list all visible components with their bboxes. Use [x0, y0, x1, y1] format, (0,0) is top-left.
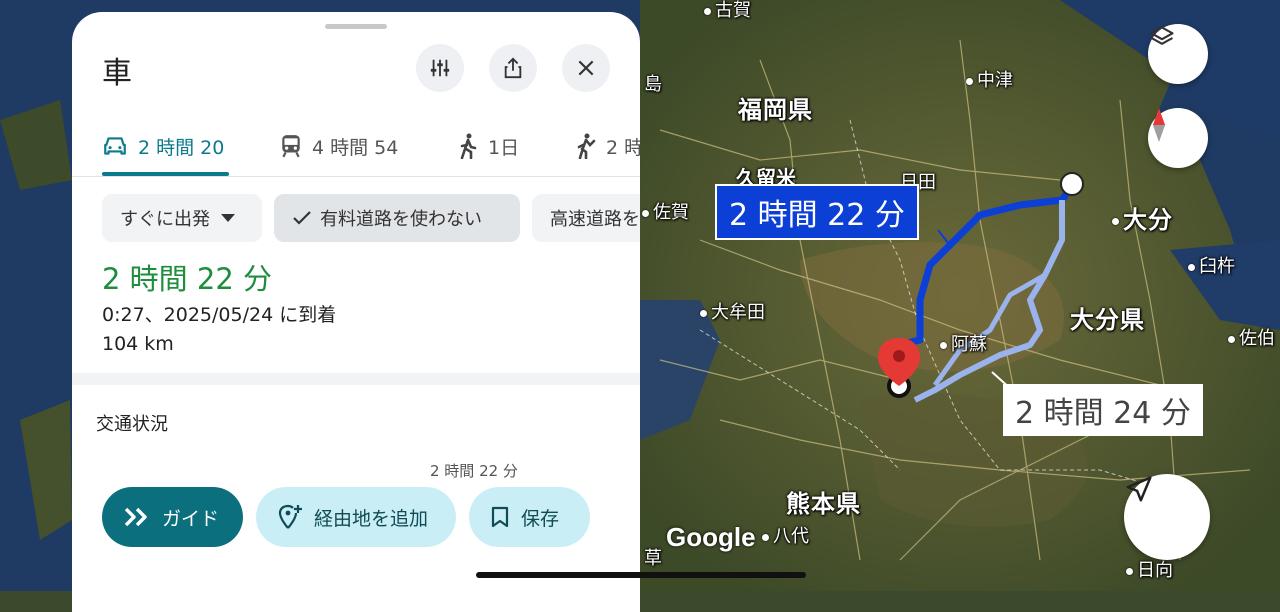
- tab-drive[interactable]: 2 時間 20: [102, 126, 224, 166]
- place-saga: 佐賀: [642, 198, 689, 224]
- route-main-label[interactable]: 2 時間 22 分: [715, 184, 919, 240]
- add-stop-label: 経由地を追加: [314, 507, 429, 530]
- tab-ride-label: 2 時: [606, 136, 640, 159]
- add-location-icon: [278, 504, 302, 529]
- sheet-title: 車: [102, 56, 132, 91]
- guide-button[interactable]: ガイド: [102, 487, 243, 547]
- origin-marker: [1060, 172, 1084, 196]
- place-shima: 島: [644, 74, 662, 95]
- ride-icon: [577, 133, 596, 159]
- place-oita-pref: 大分県: [1070, 306, 1145, 334]
- arrival-time: 0:27、2025/05/24 に到着: [102, 304, 337, 326]
- chevron-down-icon: [221, 214, 235, 222]
- tab-ride[interactable]: 2 時: [574, 126, 640, 166]
- home-indicator: [476, 572, 806, 578]
- tune-icon: [430, 59, 450, 77]
- sheet-drag-handle[interactable]: [325, 24, 387, 29]
- avoid-highways-label: 高速道路を: [550, 209, 640, 230]
- compass-icon: [1152, 108, 1166, 142]
- directions-sheet[interactable]: 車 2 時間 20 4 時間 54 1日 2 時 すぐに出発 有料道路を使わない…: [72, 12, 640, 612]
- compass-button[interactable]: [1148, 108, 1208, 168]
- depart-time-chip[interactable]: すぐに出発: [102, 194, 262, 242]
- bookmark-icon: [491, 506, 509, 528]
- depart-time-label: すぐに出発: [120, 209, 210, 230]
- avoid-tolls-chip[interactable]: 有料道路を使わない: [274, 194, 520, 242]
- travel-mode-tabs: 2 時間 20 4 時間 54 1日 2 時: [72, 116, 640, 177]
- route-duration: 2 時間 22 分: [102, 262, 273, 296]
- tab-walk[interactable]: 1日: [458, 126, 519, 166]
- place-omuta: 大牟田: [700, 298, 765, 324]
- add-stop-button[interactable]: 経由地を追加: [256, 487, 456, 547]
- avoid-tolls-label: 有料道路を使わない: [320, 209, 482, 230]
- save-button[interactable]: 保存: [469, 487, 590, 547]
- place-kumamoto-pref: 熊本県: [786, 490, 861, 518]
- place-furuga: 古賀: [704, 0, 751, 22]
- share-icon: [504, 57, 522, 79]
- save-label: 保存: [521, 507, 560, 530]
- tab-walk-label: 1日: [488, 136, 520, 159]
- double-chevron-icon: [124, 507, 147, 527]
- walk-icon: [460, 133, 477, 159]
- place-aso: 阿蘇: [940, 330, 987, 356]
- traffic-heading: 交通状況: [96, 414, 168, 435]
- car-icon: [104, 137, 126, 155]
- route-alt-label[interactable]: 2 時間 24 分: [1003, 384, 1203, 436]
- transit-icon: [282, 135, 300, 158]
- navigation-arrow-icon: [1126, 476, 1152, 502]
- my-location-button[interactable]: [1124, 474, 1210, 560]
- place-saiki: 佐伯: [1228, 324, 1275, 350]
- share-button[interactable]: [489, 44, 537, 92]
- place-nakatsu: 中津: [966, 66, 1013, 92]
- tab-transit[interactable]: 4 時間 54: [280, 126, 398, 166]
- layers-button[interactable]: [1148, 24, 1208, 84]
- section-divider: [72, 373, 640, 385]
- google-attribution: Google: [666, 522, 756, 552]
- layers-icon: [1150, 26, 1174, 45]
- avoid-highways-chip[interactable]: 高速道路を: [532, 194, 640, 242]
- place-oita: 大分: [1112, 200, 1173, 235]
- traffic-duration-label: 2 時間 22 分: [430, 462, 518, 480]
- place-fukuoka-pref: 福岡県: [738, 96, 813, 124]
- place-yatsushiro: 八代: [762, 522, 809, 548]
- route-distance: 104 km: [102, 333, 174, 355]
- tab-transit-label: 4 時間 54: [312, 136, 399, 159]
- place-amakusa: 草: [644, 548, 662, 569]
- tab-drive-label: 2 時間 20: [138, 136, 225, 159]
- close-button[interactable]: [562, 44, 610, 92]
- check-icon: [293, 211, 311, 225]
- guide-label: ガイド: [162, 507, 220, 530]
- options-button[interactable]: [416, 44, 464, 92]
- place-usuki: 臼杵: [1188, 252, 1235, 278]
- close-icon: [578, 60, 594, 76]
- active-tab-indicator: [102, 172, 229, 176]
